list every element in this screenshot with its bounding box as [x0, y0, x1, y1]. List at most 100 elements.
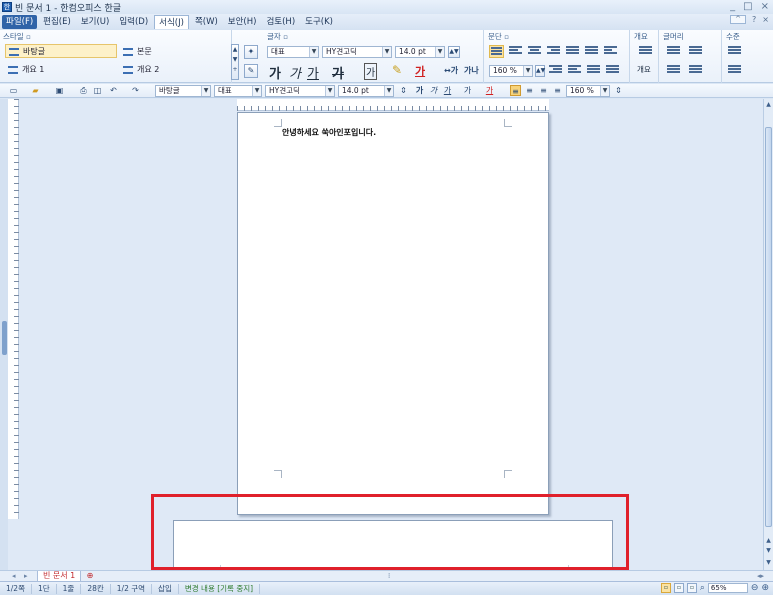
toolbar-align-left-icon[interactable]: ≡: [524, 85, 535, 96]
two-page-view-icon[interactable]: ▫: [673, 583, 684, 593]
style-scroll-button[interactable]: ▲ ▼ +: [231, 44, 239, 80]
menu-format[interactable]: 서식(J): [154, 15, 189, 29]
zoom-out-icon[interactable]: ⊖: [751, 583, 759, 593]
outline-list-icon[interactable]: [638, 45, 653, 58]
para-spacing-icon[interactable]: [586, 64, 601, 77]
number-list-icon[interactable]: [666, 64, 681, 77]
line-spacing-stepper[interactable]: ▲▼: [535, 65, 545, 77]
status-page[interactable]: 1/2쪽: [0, 583, 32, 594]
toolbar-size-combo[interactable]: 14.0 pt ▼: [338, 85, 394, 97]
status-track-changes[interactable]: 변경 내용 [기록 중지]: [179, 583, 261, 594]
menu-tools[interactable]: 도구(K): [301, 15, 337, 29]
bold-icon[interactable]: 가: [414, 85, 425, 96]
menu-file[interactable]: 파일(F): [2, 15, 38, 29]
number-style-icon[interactable]: [688, 64, 703, 77]
style-item-outline1[interactable]: 개요 1: [5, 63, 117, 77]
bullet-style-icon[interactable]: [688, 45, 703, 58]
italic-button[interactable]: 가: [289, 63, 301, 82]
align-justify-icon[interactable]: [489, 45, 504, 58]
hscroll-grip-icon[interactable]: ⁞: [388, 572, 390, 580]
bold-button[interactable]: 가: [269, 63, 281, 82]
underline-icon[interactable]: 가: [442, 85, 453, 96]
align-divide-icon[interactable]: [584, 45, 599, 58]
vertical-ruler[interactable]: [8, 99, 19, 519]
scroll-up-page-icon[interactable]: ▲: [765, 537, 772, 545]
menu-security[interactable]: 보안(H): [224, 15, 261, 29]
menu-insert[interactable]: 입력(D): [115, 15, 152, 29]
strike-icon[interactable]: 가: [462, 85, 473, 96]
italic-icon[interactable]: 가: [428, 85, 439, 96]
menu-view[interactable]: 보기(U): [77, 15, 114, 29]
toolbar-lang-combo[interactable]: 대표 ▼: [214, 85, 262, 97]
toolbar-line-spacing-combo[interactable]: 160 % ▼: [566, 85, 610, 97]
menu-review[interactable]: 검토(H): [262, 15, 299, 29]
underline-button[interactable]: 가: [307, 63, 319, 82]
highlighter-icon[interactable]: ✎: [392, 63, 402, 77]
horizontal-ruler[interactable]: [237, 99, 549, 111]
indent-icon[interactable]: [548, 64, 563, 77]
menu-edit[interactable]: 편집(E): [39, 15, 75, 29]
zoom-in-icon[interactable]: ⊕: [761, 583, 769, 593]
document-workspace[interactable]: 안녕하세요 쑥아인포입니다. ▲ ▲ ▼ ▼: [0, 99, 773, 570]
align-center-icon[interactable]: [527, 45, 542, 58]
outdent-icon[interactable]: [567, 64, 582, 77]
char-shade-button[interactable]: 가: [364, 63, 378, 80]
panel-grip-handle[interactable]: [2, 321, 7, 355]
style-item-outline2[interactable]: 개요 2: [120, 63, 220, 77]
undo-icon[interactable]: ↶: [108, 85, 119, 96]
scroll-down-page-icon[interactable]: ▼: [765, 547, 772, 555]
char-lang-combo[interactable]: 대표 ▼: [267, 46, 319, 58]
bullet-list-icon[interactable]: [666, 45, 681, 58]
preview-icon[interactable]: ◫: [92, 85, 103, 96]
close-button[interactable]: ×: [761, 1, 769, 12]
toolbar-align-justify-icon[interactable]: ≡: [510, 85, 521, 96]
toolbar-align-center-icon[interactable]: ≡: [538, 85, 549, 96]
align-right-icon[interactable]: [546, 45, 561, 58]
char-font-combo[interactable]: HY견고딕 ▼: [322, 46, 392, 58]
align-distribute-icon[interactable]: [565, 45, 580, 58]
redo-icon[interactable]: ↷: [130, 85, 141, 96]
align-left-icon[interactable]: [508, 45, 523, 58]
tab-prev-icon[interactable]: ◂: [12, 572, 16, 580]
menu-page[interactable]: 쪽(W): [191, 15, 222, 29]
font-color-icon[interactable]: 가: [484, 85, 495, 96]
status-mode[interactable]: 삽입: [152, 583, 179, 594]
open-folder-icon[interactable]: ▰: [30, 85, 41, 96]
scrollbar-thumb[interactable]: [765, 127, 772, 527]
scroll-up-icon[interactable]: ▲: [765, 101, 772, 109]
style-wizard-icon[interactable]: ✦: [244, 45, 258, 59]
minimize-button[interactable]: _: [730, 1, 735, 12]
print-icon[interactable]: ⎙: [78, 85, 89, 96]
toolbar-style-combo[interactable]: 바탕글 ▼: [155, 85, 211, 97]
toolbar-align-right-icon[interactable]: ≡: [552, 85, 563, 96]
size-stepper[interactable]: ▲▼: [448, 46, 460, 58]
new-doc-icon[interactable]: ▭: [8, 85, 19, 96]
save-icon[interactable]: ▣: [54, 85, 65, 96]
maximize-button[interactable]: □: [743, 1, 752, 12]
char-spacing-icon[interactable]: 가나: [464, 65, 479, 76]
level-increase-icon[interactable]: [727, 45, 742, 58]
char-size-combo[interactable]: 14.0 pt ▼: [395, 46, 445, 58]
line-break-icon[interactable]: [603, 45, 618, 58]
toolbar-font-combo[interactable]: HY견고딕 ▼: [265, 85, 335, 97]
document-page[interactable]: 안녕하세요 쑥아인포입니다.: [237, 112, 549, 515]
tab-scroll-icon[interactable]: ◂▸: [757, 572, 764, 580]
style-paint-icon[interactable]: ✎: [244, 64, 258, 78]
strike-button[interactable]: 가: [332, 63, 344, 82]
para-first-line-icon[interactable]: [605, 64, 620, 77]
zoom-combo[interactable]: 65%: [707, 583, 748, 593]
new-tab-icon[interactable]: ⊕: [83, 571, 97, 581]
font-color-button[interactable]: 가: [415, 63, 425, 79]
line-spacing-combo[interactable]: 160 % ▼: [489, 65, 533, 77]
size-stepper-icon[interactable]: ⇕: [398, 85, 409, 96]
style-item-batang[interactable]: 바탕글: [5, 44, 117, 58]
close-doc-icon[interactable]: ×: [762, 15, 769, 24]
ribbon-collapse-button[interactable]: ^: [730, 15, 747, 24]
char-width-icon[interactable]: ↔가: [444, 65, 458, 76]
tab-next-icon[interactable]: ▸: [24, 572, 28, 580]
page-view-icon[interactable]: ▫: [660, 583, 671, 593]
document-text[interactable]: 안녕하세요 쑥아인포입니다.: [282, 127, 376, 138]
style-item-bonmun[interactable]: 본문: [120, 45, 220, 59]
zoom-icon[interactable]: ⌕: [700, 583, 705, 593]
outline-button[interactable]: 개요: [637, 64, 651, 75]
